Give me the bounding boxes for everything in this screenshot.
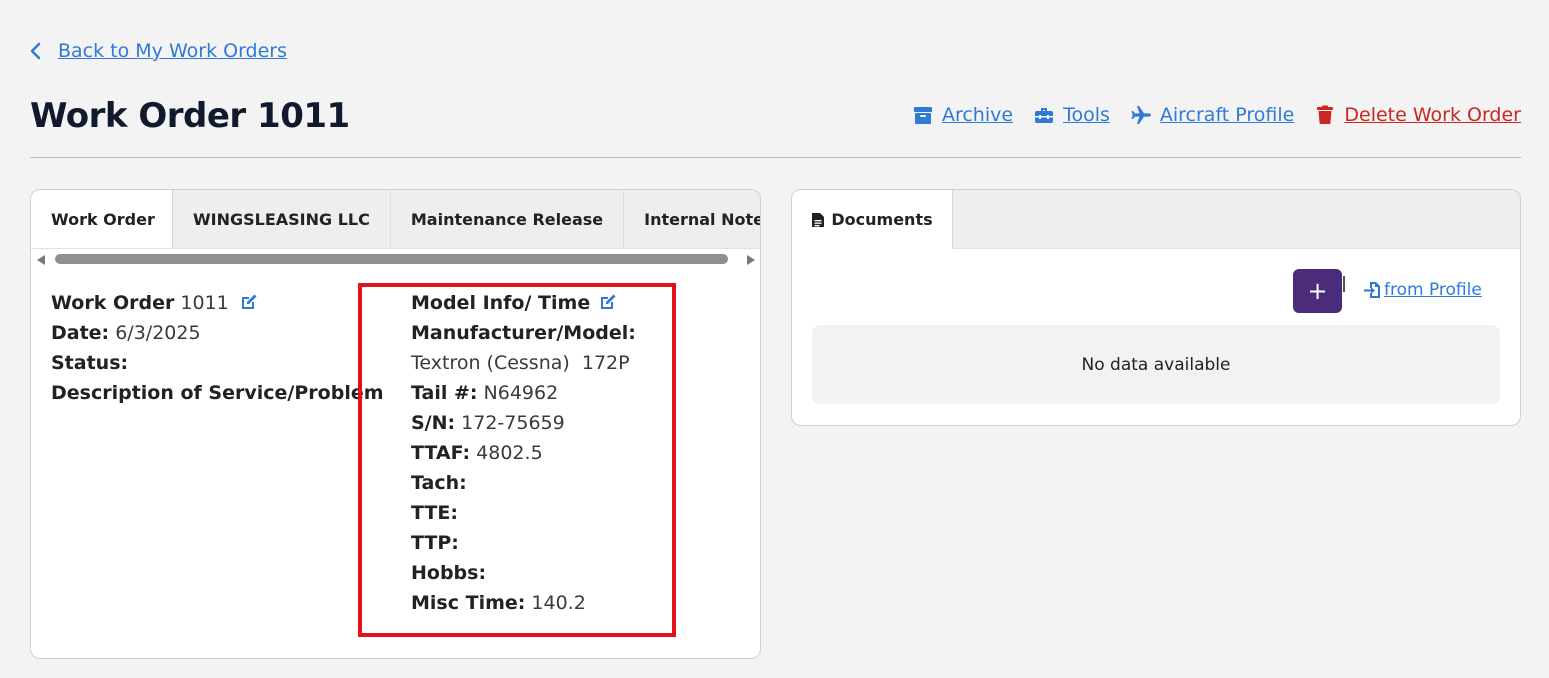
file-import-icon [1364,282,1380,298]
aircraft-profile-label: Aircraft Profile [1159,104,1295,126]
description-row: Description of Service/Problem [51,378,384,408]
delete-label: Delete Work Order [1344,104,1521,126]
manufacturer-value: Textron (Cessna) 172P [411,352,630,374]
status-label: Status: [51,352,129,374]
edit-icon[interactable] [598,292,618,312]
from-profile-label: from Profile [1384,280,1482,300]
document-icon [812,212,825,227]
work-order-number-row: Work Order 1011 [51,288,384,318]
empty-state-text: No data available [1081,354,1231,375]
archive-label: Archive [941,104,1014,126]
documents-empty-state: No data available [812,325,1500,404]
header-actions: Archive Tools Aircraft Profile Delete Wo… [912,104,1521,126]
model-info-heading-row: Model Info/ Time [411,288,636,318]
work-order-label: Work Order [51,292,175,314]
description-label: Description of Service/Problem [51,382,384,404]
tail-value: N64962 [483,382,559,404]
back-link-label: Back to My Work Orders [58,40,288,62]
sn-value: 172-75659 [461,412,565,434]
misc-time-row: Misc Time: 140.2 [411,588,636,618]
scroll-left-arrow-icon[interactable] [37,255,45,265]
ttaf-value: 4802.5 [476,442,543,464]
date-label: Date: [51,322,110,344]
archive-icon [913,107,932,124]
tab-wingsleasing[interactable]: WINGSLEASING LLC [173,190,391,248]
separator [1343,276,1345,292]
toolbox-icon [1035,108,1054,123]
ttaf-row: TTAF: 4802.5 [411,438,636,468]
airplane-icon [1131,106,1151,124]
tte-label: TTE: [411,502,458,524]
page-title: Work Order 1011 [30,96,350,136]
tail-row: Tail #: N64962 [411,378,636,408]
header-divider [30,157,1521,158]
hobbs-row: Hobbs: [411,558,636,588]
tab-documents[interactable]: Documents [792,190,953,249]
tools-label: Tools [1063,104,1110,126]
scroll-thumb[interactable] [55,254,728,264]
work-order-details: Work Order 1011 Date: 6/3/2025 Status: D… [51,288,384,408]
work-order-number: 1011 [180,292,229,314]
status-row: Status: [51,348,384,378]
date-row: Date: 6/3/2025 [51,318,384,348]
ttaf-label: TTAF: [411,442,471,464]
documents-tab-label: Documents [831,210,933,229]
import-from-profile-link[interactable]: from Profile [1363,280,1482,300]
sn-row: S/N: 172-75659 [411,408,636,438]
edit-icon[interactable] [239,292,259,312]
manufacturer-label-row: Manufacturer/Model: [411,318,636,348]
scroll-right-arrow-icon[interactable] [747,255,755,265]
tab-internal-notes[interactable]: Internal Notes [624,190,760,248]
date-value: 6/3/2025 [115,322,201,344]
tab-maintenance-release[interactable]: Maintenance Release [391,190,625,248]
manufacturer-value-row: Textron (Cessna) 172P [411,348,636,378]
model-info-heading: Model Info/ Time [411,292,591,314]
tab-work-order[interactable]: Work Order [31,190,173,248]
trash-icon [1317,105,1334,124]
sn-label: S/N: [411,412,456,434]
delete-work-order-link[interactable]: Delete Work Order [1314,104,1521,126]
tach-row: Tach: [411,468,636,498]
tabs-scrollbar[interactable] [37,253,755,267]
misc-time-label: Misc Time: [411,592,526,614]
documents-tabs: Documents [792,190,1520,249]
aircraft-profile-link[interactable]: Aircraft Profile [1130,104,1295,126]
tte-row: TTE: [411,498,636,528]
tail-label: Tail #: [411,382,478,404]
model-info-section: Model Info/ Time Manufacturer/Model: Tex… [411,288,636,618]
ttp-row: TTP: [411,528,636,558]
manufacturer-label: Manufacturer/Model: [411,322,636,344]
tach-label: Tach: [411,472,467,494]
work-order-panel: Work Order WINGSLEASING LLC Maintenance … [30,189,761,659]
tools-link[interactable]: Tools [1033,104,1110,126]
archive-link[interactable]: Archive [912,104,1013,126]
hobbs-label: Hobbs: [411,562,487,584]
chevron-left-icon [30,42,41,60]
work-order-tabs: Work Order WINGSLEASING LLC Maintenance … [31,190,760,249]
documents-panel: Documents + from Profile No data availab… [791,189,1521,426]
add-document-button[interactable]: + [1293,269,1342,313]
misc-time-value: 140.2 [531,592,586,614]
ttp-label: TTP: [411,532,459,554]
back-to-work-orders-link[interactable]: Back to My Work Orders [28,40,287,62]
